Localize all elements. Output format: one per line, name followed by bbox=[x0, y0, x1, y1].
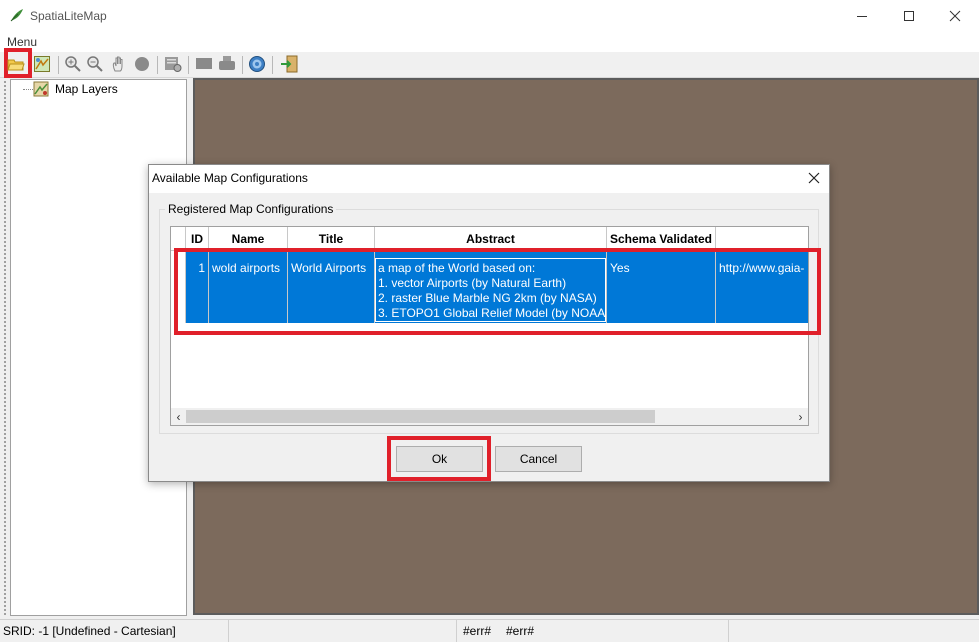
scroll-left-icon[interactable]: ‹ bbox=[171, 408, 186, 425]
map-layers-icon bbox=[33, 81, 50, 97]
dialog-close-icon[interactable] bbox=[803, 167, 825, 189]
maximize-icon[interactable] bbox=[886, 0, 932, 32]
zoom-out-icon[interactable] bbox=[86, 55, 104, 73]
dialog-title: Available Map Configurations bbox=[152, 171, 308, 185]
panel-grip[interactable] bbox=[3, 80, 7, 615]
status-srid: SRID: -1 [Undefined - Cartesian] bbox=[3, 624, 176, 638]
menu-item-menu[interactable]: Menu bbox=[7, 35, 37, 49]
tree-root-map-layers[interactable]: Map Layers bbox=[55, 82, 118, 96]
window-title-bar bbox=[0, 0, 979, 32]
print-icon[interactable] bbox=[218, 55, 236, 73]
pan-hand-icon[interactable] bbox=[110, 55, 128, 73]
highlight-selected-row bbox=[174, 248, 821, 335]
status-error-2: #err# bbox=[506, 624, 535, 638]
group-label: Registered Map Configurations bbox=[165, 202, 337, 216]
toolbar-separator bbox=[242, 56, 243, 74]
zoom-in-icon[interactable] bbox=[64, 55, 82, 73]
toolbar-separator bbox=[188, 56, 189, 74]
settings-icon[interactable] bbox=[164, 55, 182, 73]
close-icon[interactable] bbox=[932, 0, 978, 32]
scroll-right-icon[interactable]: › bbox=[793, 408, 808, 425]
status-error-1: #err# bbox=[463, 624, 492, 638]
map-config-icon[interactable] bbox=[33, 55, 51, 73]
status-separator bbox=[728, 620, 729, 642]
help-icon[interactable] bbox=[248, 55, 266, 73]
exit-icon[interactable] bbox=[280, 55, 298, 73]
toolbar-separator bbox=[272, 56, 273, 74]
toolbar-separator bbox=[58, 56, 59, 74]
open-folder-icon[interactable] bbox=[7, 55, 25, 73]
menu-bar bbox=[0, 32, 979, 52]
scrollbar-thumb[interactable] bbox=[186, 410, 655, 423]
status-separator bbox=[228, 620, 229, 642]
status-separator bbox=[456, 620, 457, 642]
feather-icon bbox=[9, 7, 25, 23]
rectangle-icon[interactable] bbox=[195, 55, 213, 73]
tree-connector bbox=[23, 89, 33, 90]
window-title: SpatiaLiteMap bbox=[30, 9, 107, 23]
ok-button[interactable]: Ok bbox=[396, 446, 483, 472]
toolbar-separator bbox=[157, 56, 158, 74]
cancel-button[interactable]: Cancel bbox=[495, 446, 582, 472]
minimize-icon[interactable] bbox=[839, 0, 885, 32]
reset-icon[interactable] bbox=[133, 55, 151, 73]
